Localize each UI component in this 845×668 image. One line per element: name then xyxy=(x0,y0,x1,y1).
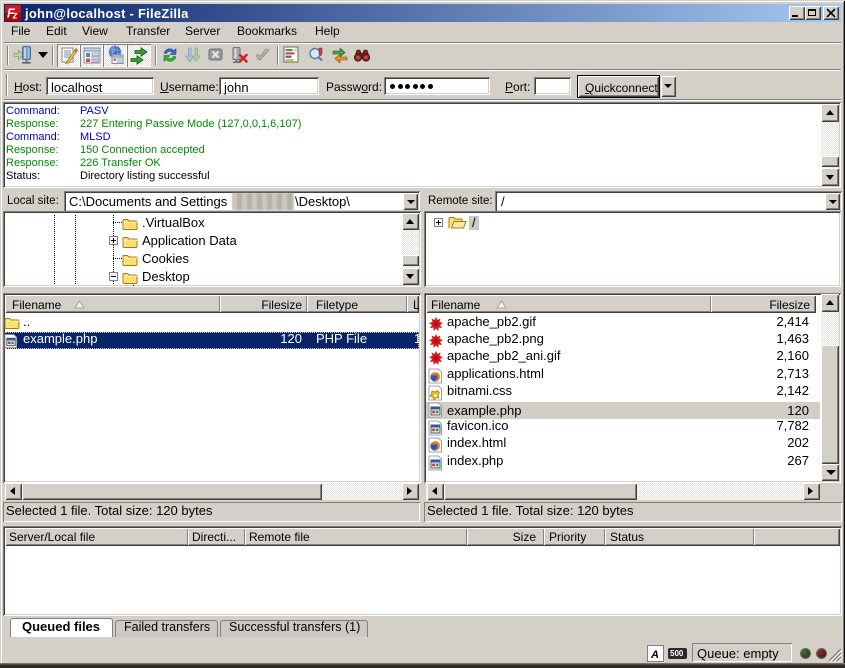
svg-text:z: z xyxy=(12,11,18,22)
